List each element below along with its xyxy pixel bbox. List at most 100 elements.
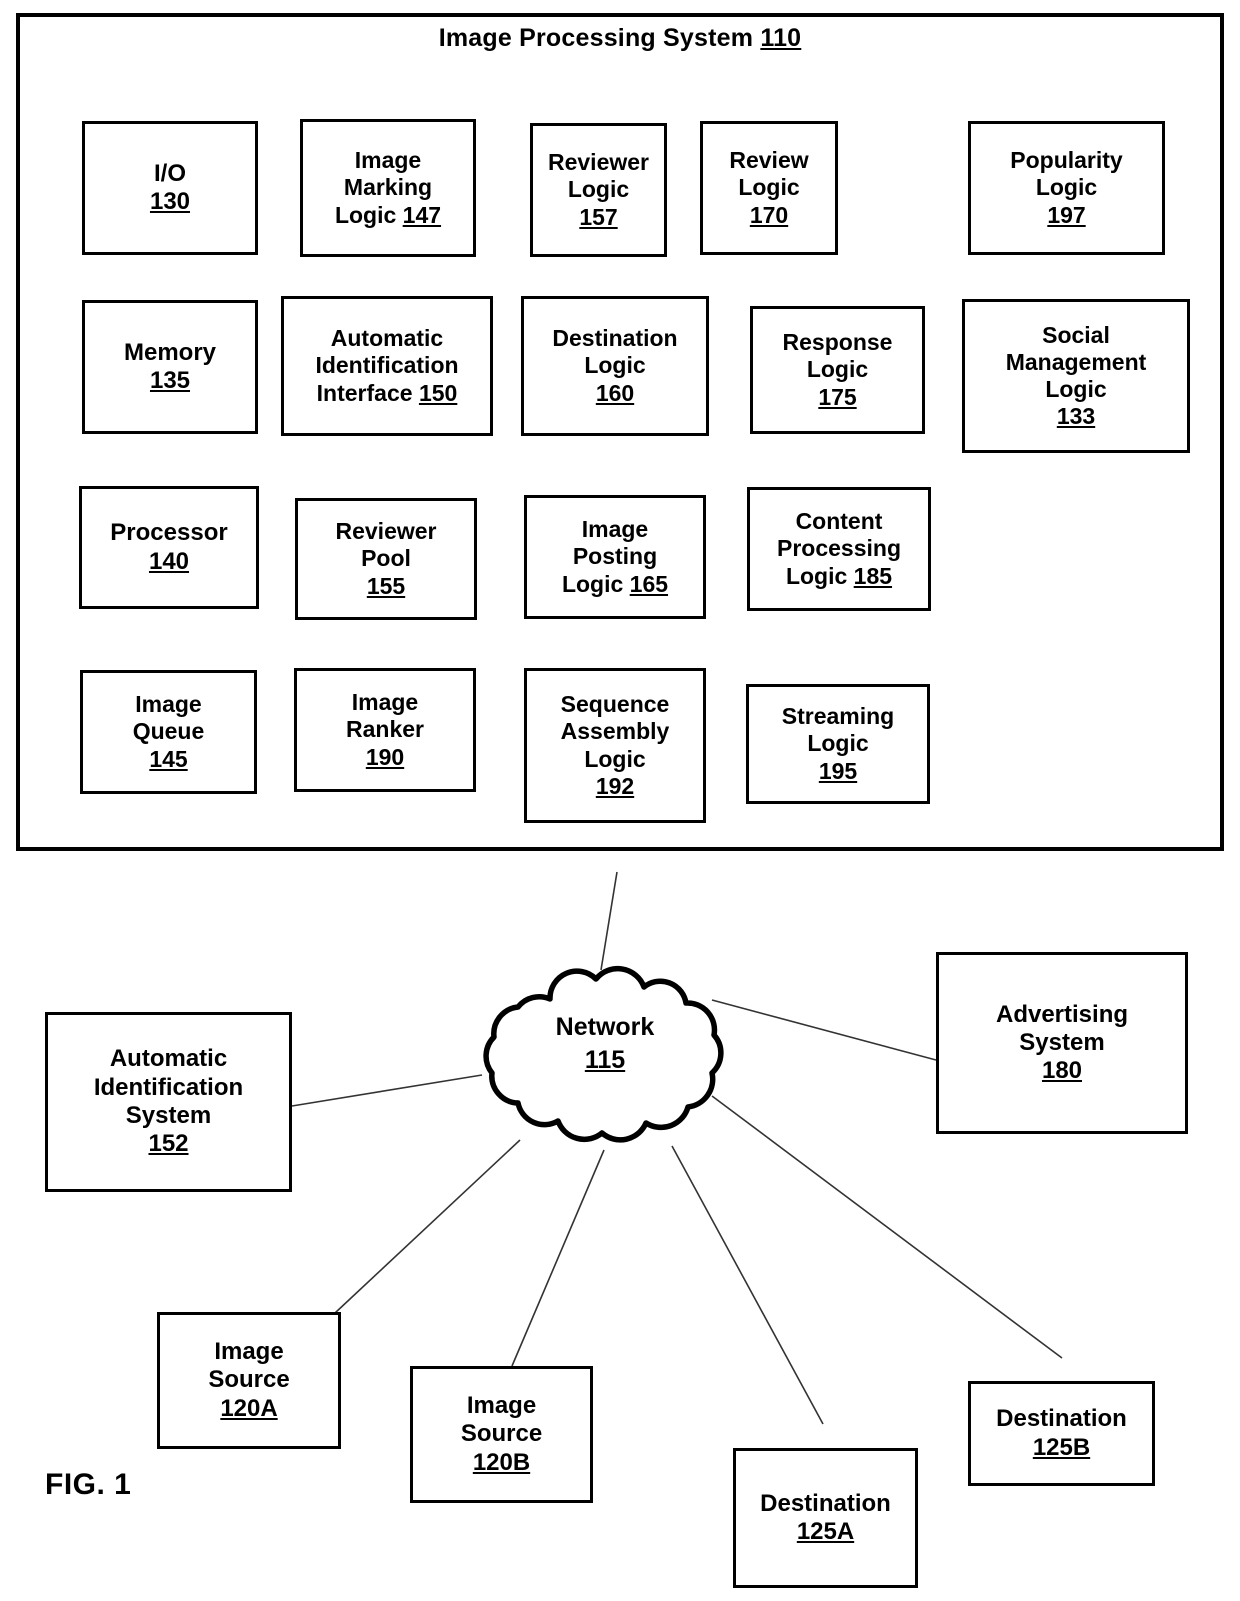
box-line: Reviewer <box>547 149 649 176</box>
box-line: Logic 185 <box>785 562 893 589</box>
figure-caption: FIG. 1 <box>45 1468 132 1501</box>
box-line: Automatic <box>109 1045 228 1073</box>
module-image-marking-logic[interactable]: Image Marking Logic 147 <box>300 119 476 257</box>
network-cloud: Network 115 <box>462 955 748 1155</box>
box-ref: 147 <box>402 201 442 228</box>
box-line: Identification <box>315 352 459 379</box>
box-ref: 150 <box>418 379 458 406</box>
peripheral-automatic-identification-system[interactable]: Automatic Identification System 152 <box>45 1012 292 1192</box>
box-line: Memory <box>123 338 217 366</box>
box-line: Image <box>135 691 202 718</box>
box-ref: 175 <box>818 383 857 410</box>
module-response-logic[interactable]: Response Logic 175 <box>750 306 925 434</box>
page-title: Image Processing System 110 <box>16 24 1224 53</box>
box-line: Management <box>1005 348 1147 375</box>
module-image-posting-logic[interactable]: Image Posting Logic 165 <box>524 495 706 619</box>
box-ref: 197 <box>1047 201 1086 228</box>
box-ref: 192 <box>595 772 635 799</box>
module-social-management-logic[interactable]: Social Management Logic 133 <box>962 299 1190 453</box>
box-line: Advertising <box>995 1000 1129 1028</box>
module-content-processing-logic[interactable]: Content Processing Logic 185 <box>747 487 931 611</box>
patent-figure-1: Image Processing System 110 I/O 130 Image… <box>0 0 1240 1601</box>
connector-network-to-image-source-b <box>511 1149 605 1367</box>
box-ref: 140 <box>148 547 190 575</box>
box-line: Ranker <box>346 716 424 743</box>
box-line: Image <box>466 1392 537 1420</box>
box-line: Image <box>581 516 649 543</box>
module-image-ranker[interactable]: Image Ranker 190 <box>294 668 476 792</box>
connector-network-to-image-source-a <box>334 1139 521 1314</box>
box-line: Sequence <box>560 691 670 718</box>
module-popularity-logic[interactable]: Popularity Logic 197 <box>968 121 1165 255</box>
system-title-text: Image Processing System <box>438 24 754 52</box>
box-line: Response <box>782 329 893 356</box>
module-sequence-assembly-logic[interactable]: Sequence Assembly Logic 192 <box>524 668 706 823</box>
box-line: I/O <box>153 159 186 187</box>
box-ref: 125A <box>796 1518 855 1545</box>
module-image-queue[interactable]: Image Queue 145 <box>80 670 257 794</box>
box-line: System <box>125 1102 212 1129</box>
module-automatic-identification-interface[interactable]: Automatic Identification Interface 150 <box>281 296 493 436</box>
box-ref: 120A <box>220 1394 278 1422</box>
module-reviewer-logic[interactable]: Reviewer Logic 157 <box>530 123 667 257</box>
network-ref: 115 <box>584 1045 626 1074</box>
box-line: Logic <box>1035 174 1098 201</box>
peripheral-destination-a[interactable]: Destination 125A <box>733 1448 918 1588</box>
box-line: Source <box>460 1420 543 1448</box>
box-ref: 130 <box>149 188 191 215</box>
box-line: Logic <box>807 730 869 757</box>
box-line: Streaming <box>781 703 895 730</box>
module-streaming-logic[interactable]: Streaming Logic 195 <box>746 684 930 804</box>
box-ref: 157 <box>579 203 618 230</box>
box-line: Logic <box>806 356 869 383</box>
peripheral-image-source-a[interactable]: Image Source 120A <box>157 1312 341 1449</box>
box-line: Interface 150 <box>316 379 458 406</box>
connector-network-to-auto-id <box>291 1074 483 1107</box>
box-line: Destination <box>552 325 678 352</box>
box-ref: 135 <box>149 367 191 394</box>
module-destination-logic[interactable]: Destination Logic 160 <box>521 296 709 436</box>
box-ref: 133 <box>1056 403 1096 430</box>
box-line: Identification <box>93 1073 244 1101</box>
box-ref: 145 <box>149 745 188 772</box>
connector-network-to-destination-a <box>671 1145 824 1425</box>
box-ref: 152 <box>148 1130 189 1158</box>
box-ref: 155 <box>366 572 406 599</box>
module-reviewer-pool[interactable]: Reviewer Pool 155 <box>295 498 477 620</box>
box-line: Logic <box>584 745 646 772</box>
box-line: System <box>1019 1028 1105 1056</box>
box-ref: 170 <box>749 201 789 228</box>
box-line: Posting <box>572 543 658 570</box>
box-line: Destination <box>996 1405 1127 1433</box>
box-ref: 125B <box>1032 1433 1091 1461</box>
box-line: Review <box>729 147 809 174</box>
box-line: Automatic <box>330 325 444 352</box>
box-line: Destination <box>760 1489 891 1517</box>
box-line: Logic <box>567 176 630 203</box>
box-ref: 120B <box>472 1448 531 1476</box>
peripheral-advertising-system[interactable]: Advertising System 180 <box>936 952 1188 1134</box>
box-line: Marking <box>343 174 433 201</box>
module-review-logic[interactable]: Review Logic 170 <box>700 121 838 255</box>
box-line: Social <box>1042 321 1110 348</box>
peripheral-image-source-b[interactable]: Image Source 120B <box>410 1366 593 1503</box>
box-line: Logic 165 <box>561 570 669 597</box>
network-label-group: Network 115 <box>462 1011 748 1076</box>
box-line: Processor <box>110 519 228 547</box>
box-ref: 190 <box>365 743 405 770</box>
box-line: Logic <box>1045 376 1107 402</box>
box-line: Content <box>795 508 883 535</box>
peripheral-destination-b[interactable]: Destination 125B <box>968 1381 1155 1486</box>
module-io[interactable]: I/O 130 <box>82 121 258 255</box>
box-line: Reviewer <box>335 518 437 545</box>
box-line: Queue <box>132 718 205 745</box>
box-line: Image <box>351 689 419 716</box>
box-line: Logic 147 <box>334 201 442 228</box>
box-ref: 195 <box>818 757 858 784</box>
box-line: Processing <box>777 535 901 562</box>
box-line: Logic <box>584 352 646 379</box>
box-ref: 160 <box>595 379 635 406</box>
module-memory[interactable]: Memory 135 <box>82 300 258 434</box>
module-processor[interactable]: Processor 140 <box>79 486 259 609</box>
box-ref: 185 <box>853 562 893 589</box>
